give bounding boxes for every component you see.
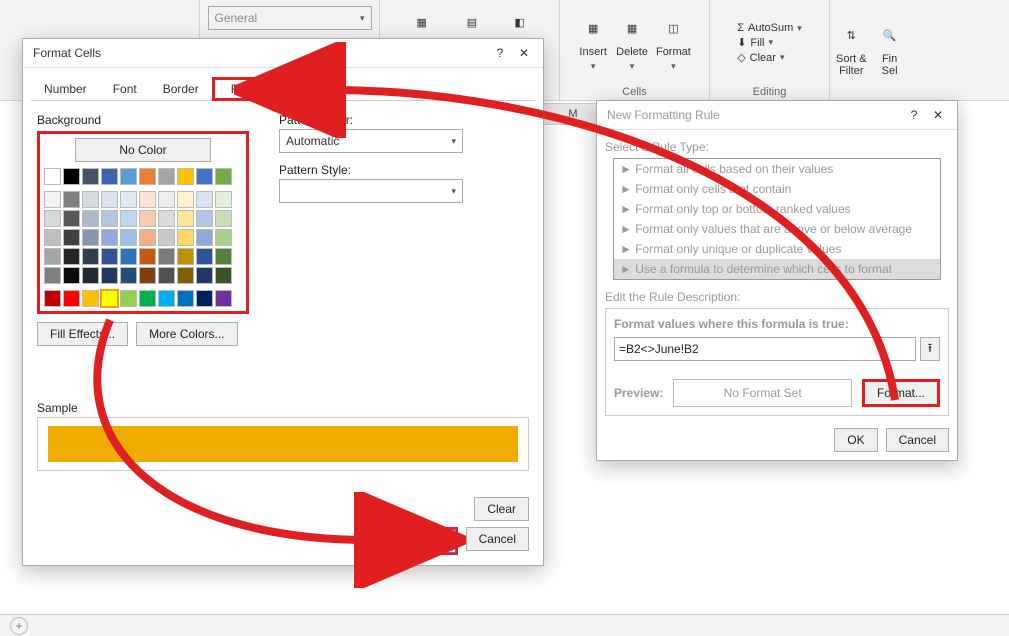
annotation-arrows (0, 0, 1009, 636)
